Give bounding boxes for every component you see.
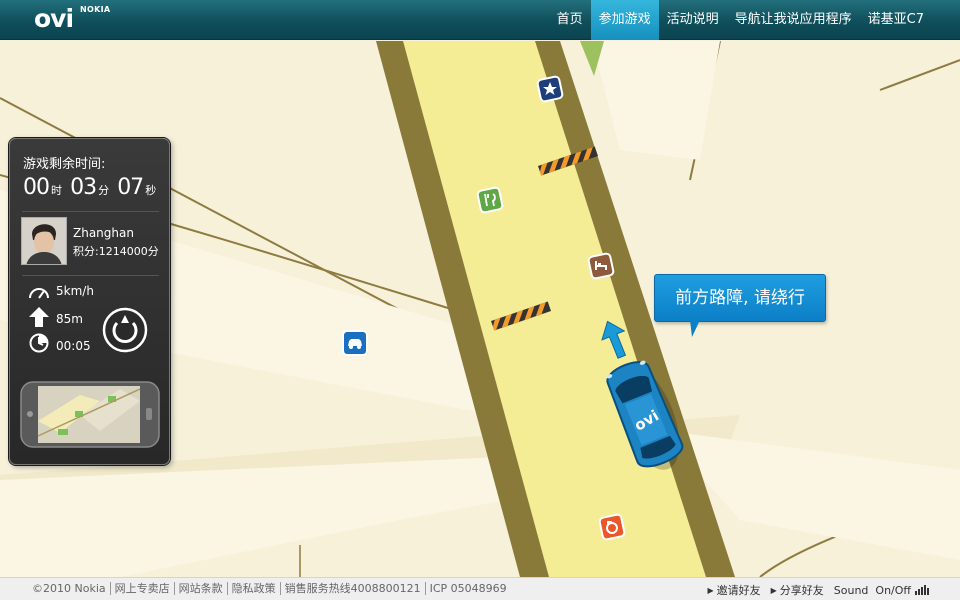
speedometer-icon bbox=[29, 288, 49, 299]
phone-minimap[interactable] bbox=[20, 381, 160, 448]
time-remaining: 00 时 03 分 07 秒 bbox=[23, 175, 159, 200]
distance-value: 85m bbox=[56, 312, 83, 326]
main-nav: 首页 参加游戏 活动说明 导航让我说应用程序 诺基亚C7 bbox=[549, 0, 960, 40]
divider bbox=[22, 275, 159, 276]
footer-link-privacy[interactable]: 隐私政策 bbox=[228, 582, 281, 595]
power-button[interactable] bbox=[102, 307, 148, 353]
nav-app[interactable]: 导航让我说应用程序 bbox=[727, 0, 860, 40]
sound-toggle[interactable]: Sound On/Off bbox=[834, 584, 930, 597]
sound-label: Sound On/Off bbox=[833, 583, 911, 597]
play-triangle-icon: ▶ bbox=[770, 585, 777, 595]
nav-home[interactable]: 首页 bbox=[549, 0, 591, 40]
player-car: ovi bbox=[596, 352, 692, 476]
seconds-unit: 秒 bbox=[145, 184, 157, 197]
share-friends-button[interactable]: ▶ 分享好友 bbox=[771, 582, 824, 598]
star-icon[interactable] bbox=[535, 74, 565, 104]
nav-event-rules[interactable]: 活动说明 bbox=[659, 0, 727, 40]
arrow-up-icon bbox=[29, 307, 49, 327]
footer-link-terms[interactable]: 网站条款 bbox=[175, 582, 228, 595]
power-icon bbox=[102, 307, 148, 353]
restaurant-icon[interactable] bbox=[475, 185, 505, 215]
camera-icon[interactable] bbox=[597, 512, 627, 542]
minutes-unit: 分 bbox=[98, 184, 110, 197]
player-name: Zhanghan bbox=[73, 226, 134, 240]
divider bbox=[22, 211, 159, 212]
logo-nokia-text: NOKIA bbox=[80, 5, 111, 14]
bubble-tail bbox=[690, 320, 700, 337]
invite-friends-button[interactable]: ▶ 邀请好友 bbox=[707, 582, 760, 598]
copyright: ©2010 Nokia bbox=[32, 582, 111, 595]
sound-bars-icon bbox=[915, 585, 930, 595]
seconds-value: 07 bbox=[117, 175, 144, 200]
top-bar: ovi NOKIA 首页 参加游戏 活动说明 导航让我说应用程序 诺基亚C7 bbox=[0, 0, 960, 40]
hours-value: 00 bbox=[23, 175, 50, 200]
clock-icon bbox=[29, 333, 49, 353]
minutes-value: 03 bbox=[70, 175, 97, 200]
obstacle-warning-bubble: 前方路障, 请绕行 bbox=[654, 274, 826, 322]
footer-hotline: 销售服务热线4008800121 bbox=[281, 582, 426, 595]
time-remaining-label: 游戏剩余时间: bbox=[23, 157, 106, 172]
footer: ©2010 Nokia 网上专卖店 网站条款 隐私政策 销售服务热线400880… bbox=[0, 577, 960, 600]
nav-play-game[interactable]: 参加游戏 bbox=[590, 0, 659, 40]
share-label: 分享好友 bbox=[779, 584, 824, 597]
footer-link-store[interactable]: 网上专卖店 bbox=[111, 582, 175, 595]
player-score: 积分:1214000分 bbox=[73, 245, 159, 258]
hotel-icon[interactable] bbox=[586, 251, 616, 281]
logo-ovi-text: ovi bbox=[34, 4, 74, 33]
nav-nokia-c7[interactable]: 诺基亚C7 bbox=[860, 0, 960, 40]
eta-value: 00:05 bbox=[56, 339, 91, 353]
game-status-panel: 游戏剩余时间: 00 时 03 分 07 秒 Zhanghan 积分:1214000分… bbox=[9, 138, 170, 465]
play-triangle-icon: ▶ bbox=[707, 585, 714, 595]
hours-unit: 时 bbox=[51, 184, 62, 197]
car-service-icon[interactable] bbox=[340, 328, 370, 358]
invite-label: 邀请好友 bbox=[716, 584, 761, 597]
footer-icp: ICP 05048969 bbox=[429, 582, 507, 595]
avatar bbox=[21, 217, 67, 265]
speed-value: 5km/h bbox=[56, 284, 94, 298]
footer-links: ©2010 Nokia 网上专卖店 网站条款 隐私政策 销售服务热线400880… bbox=[32, 582, 511, 595]
footer-actions: ▶ 邀请好友 ▶ 分享好友 Sound On/Off bbox=[697, 582, 930, 598]
